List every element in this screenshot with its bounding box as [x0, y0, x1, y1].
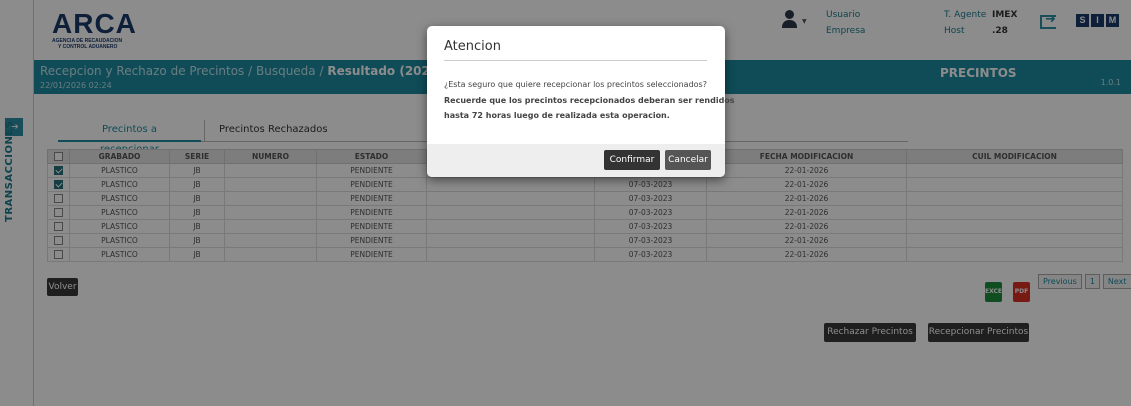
cancelar-button[interactable]: Cancelar [665, 150, 711, 170]
confirmar-button[interactable]: Confirmar [604, 150, 660, 170]
dialog-title: Atencion [444, 39, 501, 54]
dialog-warning-line-1: Recuerde que los precintos recepcionados… [444, 96, 735, 105]
divider [444, 60, 707, 61]
confirmation-dialog: Atencion ¿Esta seguro que quiere recepci… [427, 26, 735, 177]
dialog-warning-line-2: hasta 72 horas luego de realizada esta o… [444, 111, 670, 120]
dialog-question: ¿Esta seguro que quiere recepcionar los … [444, 80, 707, 89]
